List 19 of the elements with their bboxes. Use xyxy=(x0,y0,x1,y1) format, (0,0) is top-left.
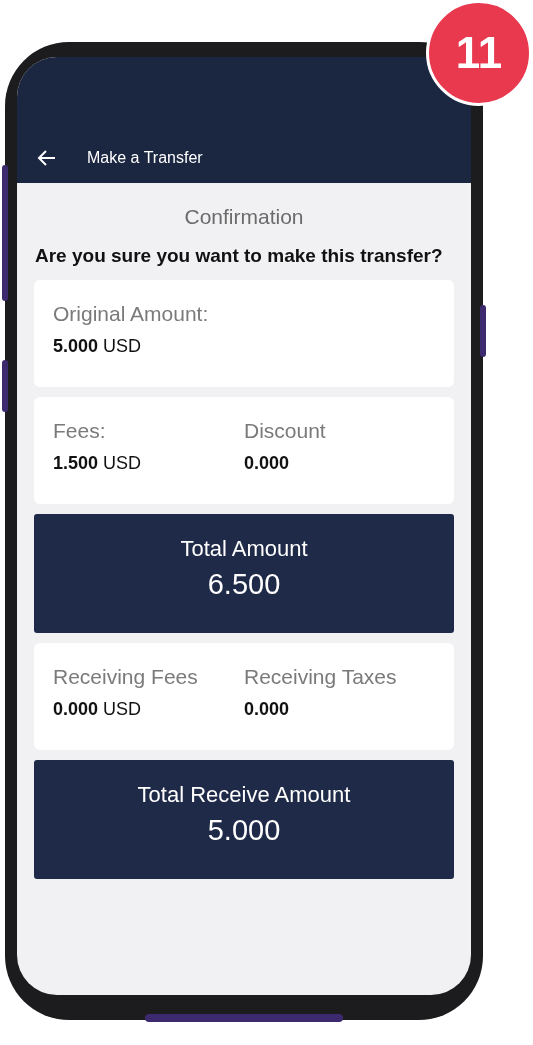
field-label: Discount xyxy=(244,419,327,443)
confirmation-question: Are you sure you want to make this transfer? xyxy=(35,244,444,268)
field-label: Receiving Taxes xyxy=(244,665,398,689)
step-badge: 11 xyxy=(426,0,532,106)
section-title: Confirmation xyxy=(184,205,304,229)
field-value: 1.500 USD xyxy=(53,453,143,474)
total-label: Total Receive Amount xyxy=(137,782,351,808)
field-label: Fees: xyxy=(53,419,107,443)
field-label: Original Amount: xyxy=(53,302,210,326)
back-icon[interactable] xyxy=(37,148,57,168)
field-value: 0.000 USD xyxy=(53,699,143,720)
field-label: Receiving Fees xyxy=(53,665,199,689)
field-value: 0.000 xyxy=(244,699,291,720)
field-value: 0.000 xyxy=(244,453,291,474)
screen-title: Make a Transfer xyxy=(87,148,203,168)
total-label: Total Amount xyxy=(180,536,308,562)
total-value: 5.000 xyxy=(207,814,281,847)
field-value: 5.000 USD xyxy=(53,336,143,357)
total-value: 6.500 xyxy=(207,568,281,601)
